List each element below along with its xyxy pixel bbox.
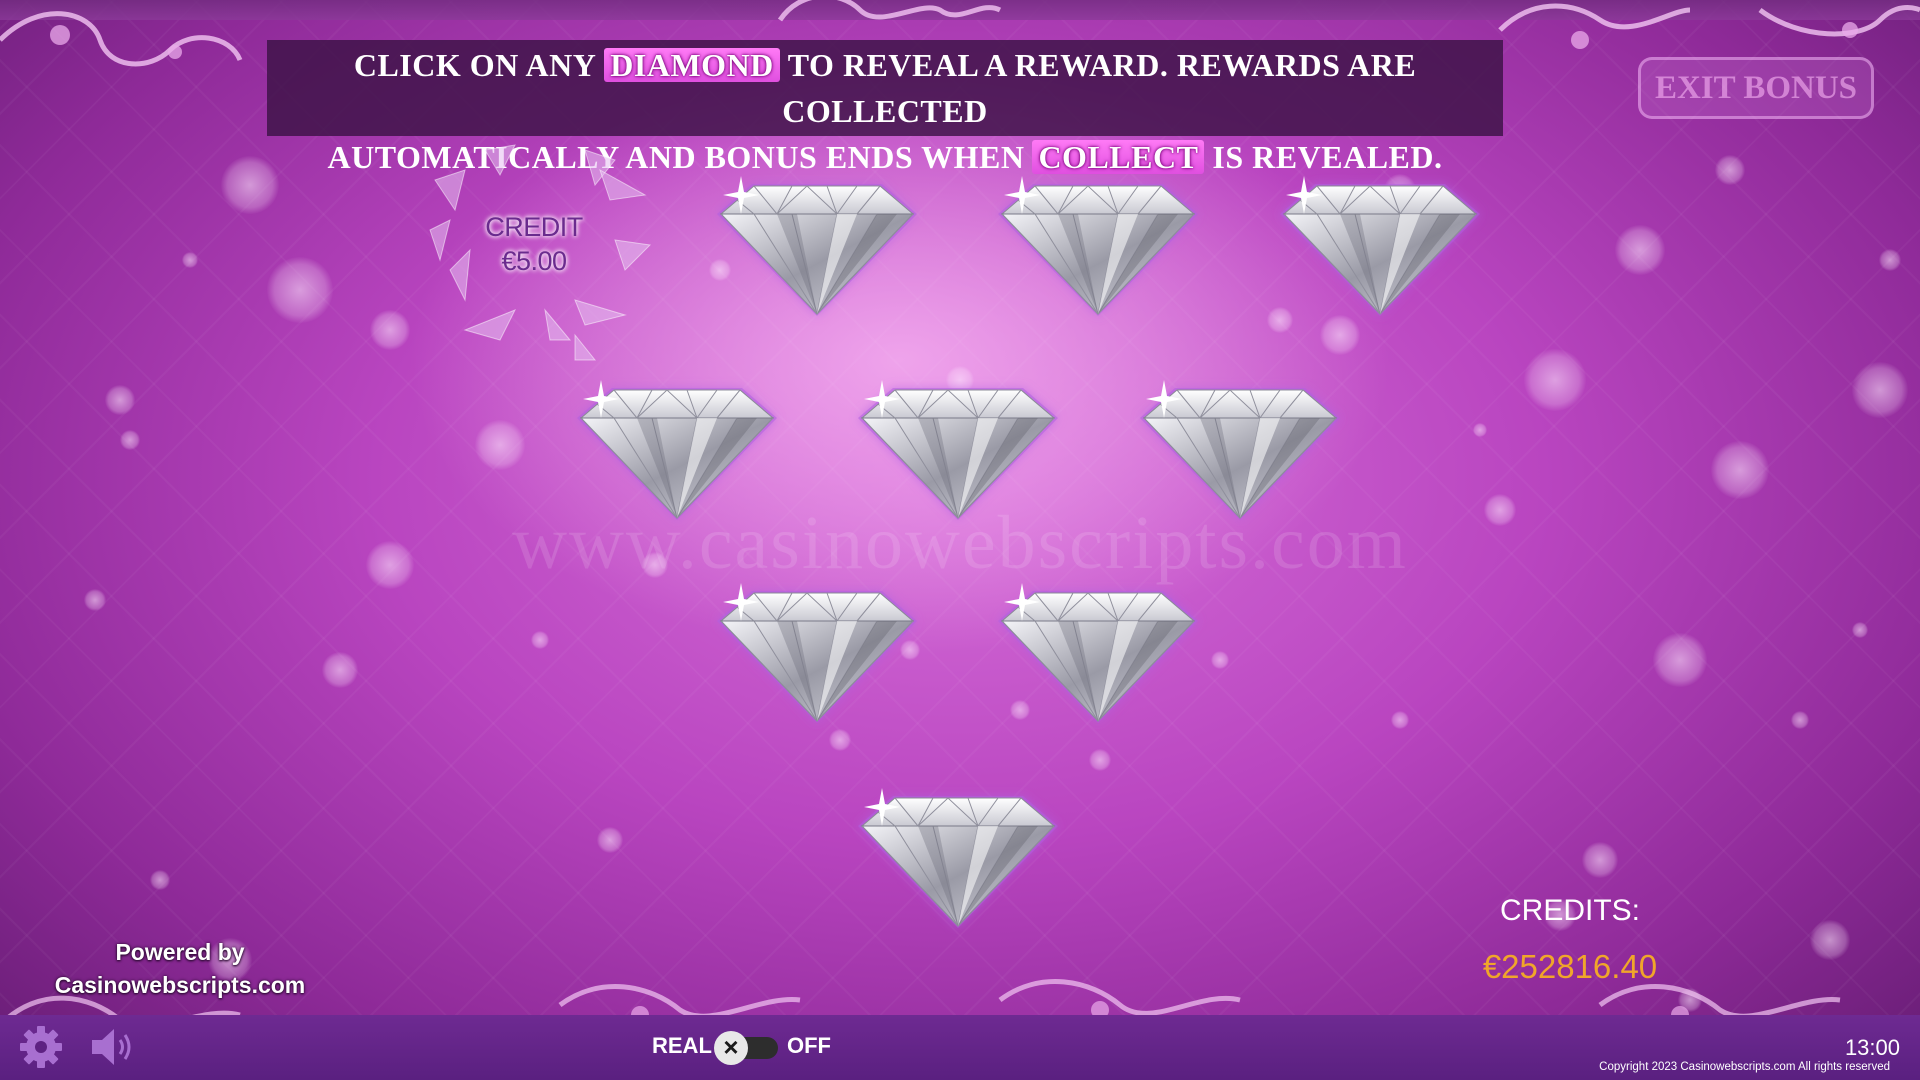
diamond-icon	[998, 583, 1198, 723]
bokeh-light	[1615, 225, 1665, 275]
bokeh-light	[1089, 749, 1111, 771]
diamond-icon	[858, 788, 1058, 928]
bokeh-light	[120, 430, 140, 450]
bokeh-light	[531, 631, 549, 649]
instruction-banner: CLICK ON ANY DIAMOND TO REVEAL A REWARD. R…	[267, 40, 1503, 175]
clock: 13:00	[1844, 1035, 1900, 1060]
bokeh-light	[1473, 423, 1487, 437]
diamond-icon	[998, 176, 1198, 316]
diamond-button[interactable]	[848, 788, 1068, 933]
diamond-icon	[717, 176, 917, 316]
instruction-line-1: CLICK ON ANY DIAMOND TO REVEAL A REWARD. R…	[267, 42, 1503, 134]
credits-value: €252816.40	[1482, 948, 1658, 985]
diamond-button[interactable]	[1270, 176, 1490, 321]
powered-by-line-2: Casinowebscripts.com	[54, 972, 306, 998]
instruction-text: TO REVEAL A REWARD. REWARDS ARE COLLECTE…	[782, 47, 1417, 129]
collect-highlight: COLLECT	[1032, 140, 1205, 174]
bokeh-light	[1852, 362, 1908, 418]
bokeh-light	[1879, 249, 1901, 271]
bokeh-light	[267, 257, 333, 323]
bokeh-light	[597, 827, 623, 853]
diamond-button[interactable]	[988, 583, 1208, 728]
reward-label: CREDIT	[485, 212, 583, 242]
bokeh-light	[1582, 842, 1618, 878]
revealed-reward: CREDIT €5.00	[425, 140, 675, 370]
reward-amount: €5.00	[501, 246, 567, 276]
bokeh-light	[475, 420, 525, 470]
exit-bonus-button[interactable]: EXIT BONUS	[1638, 57, 1874, 119]
bokeh-light	[1791, 711, 1809, 729]
toggle-state-label: OFF	[787, 1033, 831, 1058]
powered-by-line-1: Powered by	[115, 939, 245, 965]
bokeh-light	[1211, 651, 1229, 669]
copyright-text: Copyright 2023 Casinowebscripts.com All …	[1599, 1061, 1890, 1073]
diamond-icon	[717, 583, 917, 723]
diamond-icon	[1280, 176, 1480, 316]
gear-icon[interactable]	[18, 1024, 64, 1070]
instruction-text: CLICK ON ANY	[353, 47, 597, 83]
diamond-button[interactable]	[988, 176, 1208, 321]
watermark: www.casinowebscripts.com	[512, 501, 1408, 585]
bokeh-light	[829, 729, 851, 751]
bokeh-light	[1715, 155, 1745, 185]
bokeh-light	[1711, 441, 1769, 499]
bokeh-light	[84, 589, 106, 611]
credits-label: CREDITS:	[1499, 894, 1640, 927]
bokeh-light	[105, 385, 135, 415]
bokeh-light	[322, 652, 358, 688]
real-mode-toggle[interactable]: ×	[714, 1031, 780, 1065]
bokeh-light	[1391, 711, 1409, 729]
x-icon: ×	[714, 1031, 748, 1065]
bokeh-light	[182, 252, 198, 268]
bonus-game-screen: CLICK ON ANY DIAMOND TO REVEAL A REWARD. R…	[0, 0, 1920, 1080]
diamond-button[interactable]	[707, 583, 927, 728]
diamond-button[interactable]	[707, 176, 927, 321]
bokeh-light	[1852, 622, 1868, 638]
bokeh-light	[1653, 633, 1707, 687]
bokeh-light	[1320, 315, 1360, 355]
diamond-highlight: DIAMOND	[604, 48, 780, 82]
powered-by: Powered by Casinowebscripts.com	[40, 936, 320, 1002]
instruction-text: IS REVEALED.	[1212, 139, 1443, 175]
bokeh-light	[150, 870, 170, 890]
speaker-icon[interactable]	[88, 1024, 138, 1070]
bokeh-light	[1524, 349, 1586, 411]
bokeh-light	[370, 310, 410, 350]
real-mode-label: REAL	[652, 1033, 712, 1058]
